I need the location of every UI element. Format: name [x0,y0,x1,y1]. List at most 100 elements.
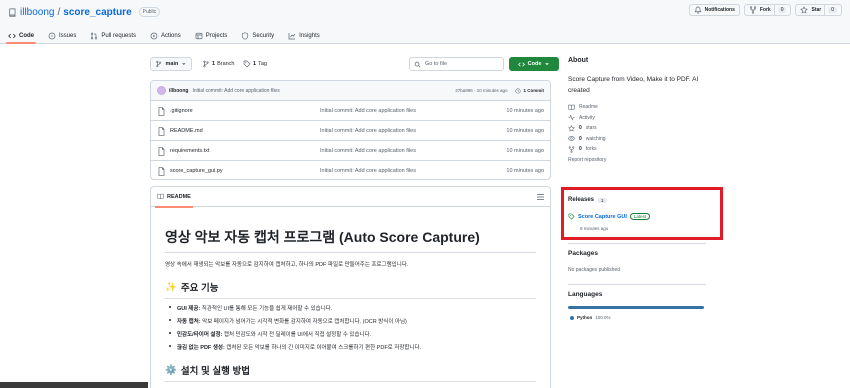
feature-text: 캡처된 모든 악보를 하나의 긴 이미지로 이어붙여 스크롤하기 편한 PDF로… [224,345,422,351]
feature-label: GUI 제공: [177,306,201,312]
forks-count: 0 [579,146,582,153]
list-item: 자동 캡처: 악보 페이지가 넘어가는 시각적 변화를 감지하여 자동으로 캡처… [169,317,536,325]
file-commit-message[interactable]: Initial commit: Add core application fil… [320,148,416,154]
commit-count: 1 Commit [523,88,544,93]
report-repository-link[interactable]: Report repository [568,155,723,165]
file-time: 10 minutes ago [506,147,544,154]
languages-title: Languages [568,291,603,298]
readme-tab[interactable]: README [155,187,193,208]
outline-list-icon[interactable] [537,194,544,200]
release-time: 8 minutes ago [580,226,609,231]
tab-pull-requests[interactable]: Pull requests [90,27,136,44]
file-row[interactable]: score_capture_gui.py Initial commit: Add… [151,161,550,179]
repo-name-link[interactable]: score_capture [63,7,131,18]
commit-hash-time[interactable]: 37ba996 · 10 minutes ago [455,88,507,93]
file-time: 10 minutes ago [506,107,544,114]
repo-icon [9,7,16,17]
play-icon [150,32,158,39]
file-row[interactable]: README.md Initial commit: Add core appli… [151,121,550,141]
language-bar-python [568,306,704,309]
notifications-label: Notifications [704,7,735,13]
repo-separator: / [57,6,61,18]
pull-request-icon [91,32,98,39]
branch-selector[interactable]: main [150,57,192,71]
file-name[interactable]: .gitignore [170,108,193,114]
packages-title[interactable]: Packages [568,250,598,257]
repo-owner-link[interactable]: illboong [20,7,54,18]
tab-label: Actions [161,32,181,39]
tab-label: Projects [205,32,228,39]
repo-header: illboong / score_capture Public Notifica… [0,0,850,44]
features-title: 주요 기능 [180,283,219,294]
feature-label: 끊김 없는 PDF 생성: [177,345,225,351]
history-icon [515,87,522,94]
eye-icon [568,136,575,142]
watching-count: 0 [579,135,582,142]
readme-content: 영상 악보 자동 캡처 프로그램 (Auto Score Capture) 영상… [151,207,550,382]
stars-label: stars [585,125,597,132]
stars-link[interactable]: 0 stars [568,123,723,134]
install-heading: ⚙️ 설치 및 실행 방법 [165,363,536,382]
branches-count: 1 [212,61,216,67]
file-name[interactable]: score_capture_gui.py [170,168,223,174]
about-section: About Score Capture from Video, Make it … [568,57,723,165]
go-to-file-input[interactable]: Go to file [409,57,504,71]
language-item[interactable]: Python 100.0% [570,315,611,320]
commit-count-link[interactable]: 1 Commit [515,87,544,94]
file-table: illboong Initial commit: Add core applic… [150,80,551,180]
avatar[interactable] [157,86,166,95]
notifications-button[interactable]: Notifications [688,4,740,16]
tag-icon [568,213,575,220]
file-time: 10 minutes ago [506,168,544,174]
readme-panel: README 영상 악보 자동 캡처 프로그램 (Auto Score Capt… [150,186,551,388]
forks-label: forks [585,146,597,153]
file-commit-message[interactable]: Initial commit: Add core application fil… [320,168,416,174]
star-count: 0 [828,7,837,13]
tab-security[interactable]: Security [241,27,274,44]
commit-meta: 37ba996 · 10 minutes ago 1 Commit [455,87,544,94]
tab-actions[interactable]: Actions [150,27,181,44]
table-icon [195,32,203,39]
star-button[interactable]: Star 0 [795,4,842,16]
bell-icon [694,6,701,14]
list-item: GUI 제공: 직관적인 UI를 통해 모든 기능을 쉽게 제어할 수 있습니다… [169,304,536,312]
forks-link[interactable]: 0 forks [568,144,723,155]
pulse-icon [568,114,575,121]
activity-link[interactable]: Activity [568,113,723,124]
file-commit-message[interactable]: Initial commit: Add core application fil… [320,108,416,114]
tab-code[interactable]: Code [6,27,36,44]
file-name[interactable]: README.md [170,128,203,134]
tab-issues[interactable]: Issues [48,27,76,44]
commit-author[interactable]: illboong [169,88,188,94]
releases-title: Releases [568,197,595,203]
branches-link[interactable]: 1 Branch [202,57,235,71]
about-description: Score Capture from Video, Make it to PDF… [568,76,699,94]
issue-icon [48,32,56,39]
fork-button[interactable]: Fork 0 [743,4,792,16]
readme-title: 영상 악보 자동 캡처 프로그램 (Auto Score Capture) [165,227,536,253]
tab-insights[interactable]: Insights [288,27,320,44]
release-item[interactable]: Score Capture GUI Latest [568,213,651,220]
file-row[interactable]: .gitignore Initial commit: Add core appl… [151,101,550,121]
features-heading: ✨ 주요 기능 [165,280,536,299]
file-icon [158,127,165,136]
tab-projects[interactable]: Projects [195,27,228,44]
fork-label: Fork [759,7,771,13]
file-commit-message[interactable]: Initial commit: Add core application fil… [320,128,416,134]
watching-link[interactable]: 0 watching [568,134,723,145]
branches-label: Branch [217,61,235,67]
file-name[interactable]: requirements.txt [170,148,209,154]
tags-count: 1 [253,61,257,67]
tags-link[interactable]: 1 Tag [243,57,267,71]
about-title: About [568,57,589,64]
readme-link[interactable]: Readme [568,102,723,113]
tab-label: Insights [299,32,320,39]
install-title: 설치 및 실행 방법 [180,366,250,377]
releases-heading[interactable]: Releases 1 [568,197,607,203]
fork-count: 0 [777,7,787,13]
file-row[interactable]: requirements.txt Initial commit: Add cor… [151,141,550,161]
tab-label: Security [252,32,275,39]
commit-message[interactable]: Initial commit: Add core application fil… [192,88,279,94]
release-name[interactable]: Score Capture GUI [578,214,627,220]
code-dropdown-button[interactable]: Code [509,57,559,71]
